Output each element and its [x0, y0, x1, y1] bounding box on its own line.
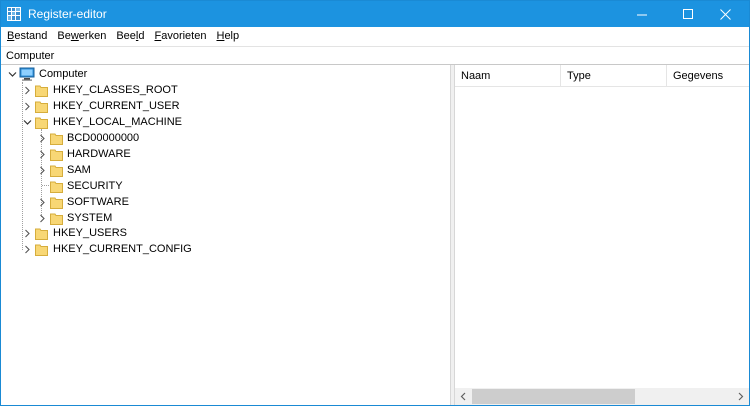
scroll-right-arrow-icon	[738, 392, 744, 401]
tree-item-hardware[interactable]: HARDWARE	[1, 146, 450, 162]
tree-item-computer[interactable]: Computer	[1, 66, 450, 82]
folder-icon	[50, 181, 63, 193]
expand-chevron-icon[interactable]	[37, 146, 47, 162]
tree-label: BCD00000000	[67, 132, 140, 144]
folder-icon	[35, 244, 48, 256]
tree-label: SYSTEM	[67, 212, 113, 224]
scroll-left-arrow-icon	[460, 392, 466, 401]
collapse-chevron-icon[interactable]	[7, 66, 17, 82]
tree-item-sam[interactable]: SAM	[1, 162, 450, 178]
menu-bar: Bestand Bewerken Beeld Favorieten Help	[1, 27, 749, 46]
tree-pane[interactable]: Computer HKEY_CLASSES_ROOT HKEY_CURRENT_…	[1, 65, 450, 405]
minimize-button[interactable]	[625, 1, 659, 27]
tree-item-system[interactable]: SYSTEM	[1, 210, 450, 226]
horizontal-scrollbar[interactable]	[455, 388, 749, 405]
tree-item-bcd00000000[interactable]: BCD00000000	[1, 130, 450, 146]
registry-editor-window: Register-editor Bestand Bewerken Beeld F…	[0, 0, 750, 406]
expand-chevron-icon[interactable]	[37, 210, 47, 226]
folder-open-icon	[35, 117, 48, 129]
folder-icon	[50, 133, 63, 145]
expand-chevron-icon[interactable]	[22, 82, 32, 98]
folder-icon	[50, 213, 63, 225]
address-bar[interactable]: Computer	[1, 46, 749, 65]
menu-favorieten[interactable]: Favorieten	[149, 29, 211, 44]
scroll-right-button[interactable]	[732, 388, 749, 405]
values-list-pane[interactable]: Naam Type Gegevens	[455, 65, 749, 405]
column-header-gegevens[interactable]: Gegevens	[667, 65, 749, 87]
maximize-icon	[682, 8, 693, 19]
tree-item-hkey-current-config[interactable]: HKEY_CURRENT_CONFIG	[1, 241, 450, 257]
tree-label: SAM	[67, 164, 91, 176]
tree-label: HKEY_LOCAL_MACHINE	[53, 116, 182, 128]
tree-item-security[interactable]: SECURITY	[1, 178, 450, 194]
tree-item-hkey-local-machine[interactable]: HKEY_LOCAL_MACHINE	[1, 114, 450, 130]
menu-help[interactable]: Help	[211, 29, 244, 44]
close-button[interactable]	[708, 1, 742, 27]
maximize-button[interactable]	[671, 1, 705, 27]
folder-icon	[35, 85, 48, 97]
window-title: Register-editor	[28, 7, 107, 21]
expand-chevron-icon[interactable]	[37, 162, 47, 178]
scroll-thumb[interactable]	[472, 389, 635, 404]
folder-icon	[35, 101, 48, 113]
column-header-type[interactable]: Type	[561, 65, 667, 87]
tree-label: HKEY_CURRENT_USER	[53, 100, 180, 112]
menu-bestand[interactable]: Bestand	[1, 29, 52, 44]
tree-label: HKEY_CURRENT_CONFIG	[53, 243, 192, 255]
computer-icon	[19, 67, 35, 81]
menu-bewerken[interactable]: Bewerken	[52, 29, 111, 44]
minimize-icon	[636, 14, 647, 15]
tree-label: SOFTWARE	[67, 196, 129, 208]
list-header: Naam Type Gegevens	[455, 65, 749, 87]
folder-icon	[50, 165, 63, 177]
registry-editor-app-icon	[7, 7, 21, 21]
address-path[interactable]: Computer	[6, 49, 54, 63]
tree-label: SECURITY	[67, 180, 123, 192]
expand-chevron-icon[interactable]	[37, 194, 47, 210]
tree-label: HARDWARE	[67, 148, 131, 160]
tree-item-hkey-classes-root[interactable]: HKEY_CLASSES_ROOT	[1, 82, 450, 98]
tree-item-hkey-current-user[interactable]: HKEY_CURRENT_USER	[1, 98, 450, 114]
collapse-chevron-icon[interactable]	[22, 114, 32, 130]
close-icon	[719, 8, 731, 20]
expand-chevron-icon[interactable]	[37, 130, 47, 146]
folder-icon	[50, 149, 63, 161]
tree-label: Computer	[39, 68, 88, 80]
tree-item-hkey-users[interactable]: HKEY_USERS	[1, 225, 450, 241]
menu-beeld[interactable]: Beeld	[111, 29, 149, 44]
tree-label: HKEY_USERS	[53, 227, 127, 239]
folder-icon	[50, 197, 63, 209]
expand-chevron-icon[interactable]	[22, 225, 32, 241]
column-header-naam[interactable]: Naam	[455, 65, 561, 87]
tree-item-software[interactable]: SOFTWARE	[1, 194, 450, 210]
expand-chevron-icon[interactable]	[22, 241, 32, 257]
folder-icon	[35, 228, 48, 240]
tree-label: HKEY_CLASSES_ROOT	[53, 84, 178, 96]
scroll-left-button[interactable]	[455, 388, 472, 405]
expand-chevron-icon[interactable]	[22, 98, 32, 114]
title-bar[interactable]: Register-editor	[1, 1, 749, 27]
